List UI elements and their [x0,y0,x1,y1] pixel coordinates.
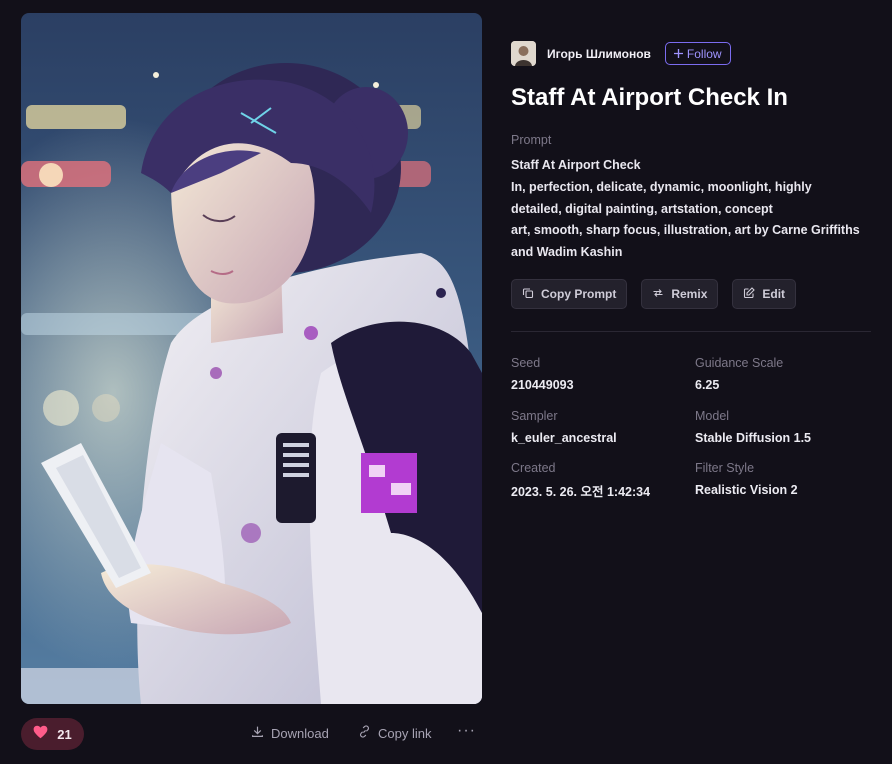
like-count: 21 [57,726,72,742]
remix-button[interactable]: Remix [641,279,719,309]
meta-value: 210449093 [511,378,574,392]
copy-prompt-label: Copy Prompt [541,287,617,301]
meta-value: 2023. 5. 26. 오전 1:42:34 [511,485,651,499]
copy-link-label: Copy link [378,725,432,741]
prompt-line: Staff At Airport Check [511,158,641,172]
artwork-illustration [21,13,482,704]
plus-icon [673,47,683,61]
remix-icon [652,287,664,302]
author-name[interactable]: Игорь Шлимонов [547,47,651,61]
meta-value: k_euler_ancestral [511,431,617,445]
copy-prompt-button[interactable]: Copy Prompt [511,279,628,309]
heart-icon [33,725,48,744]
download-label: Download [271,725,329,741]
meta-label: Filter Style [695,461,755,475]
link-icon [358,725,371,741]
edit-button[interactable]: Edit [732,279,797,309]
meta-filter: Filter Style Realistic Vision 2 [695,461,875,499]
meta-sampler: Sampler k_euler_ancestral [511,409,691,447]
more-icon[interactable]: ··· [457,722,476,740]
remix-label: Remix [671,287,708,301]
edit-label: Edit [762,287,786,301]
meta-value: Stable Diffusion 1.5 [695,431,811,445]
page-title: Staff At Airport Check In [511,84,788,111]
artwork-image[interactable] [21,13,482,704]
meta-value: 6.25 [695,378,720,392]
meta-label: Guidance Scale [695,356,784,370]
prompt-line: and Wadim Kashin [511,245,623,260]
copy-link-button[interactable]: Copy link [358,725,431,741]
meta-guidance: Guidance Scale 6.25 [695,356,875,394]
meta-value: Realistic Vision 2 [695,483,798,497]
edit-icon [743,286,756,302]
prompt-line: In, perfection, delicate, dynamic, moonl… [511,179,812,194]
meta-model: Model Stable Diffusion 1.5 [695,409,875,447]
follow-button[interactable]: Follow [664,42,731,65]
copy-icon [522,287,534,302]
prompt-actions: Copy Prompt Remix Edit [511,279,797,309]
meta-label: Model [695,409,730,423]
prompt-line: detailed, digital painting, artstation, … [511,201,773,216]
prompt-text: Staff At Airport Check In, perfection, d… [511,155,863,264]
avatar[interactable] [511,41,536,66]
follow-label: Follow [686,46,722,61]
prompt-label: Prompt [511,133,552,147]
meta-created: Created 2023. 5. 26. 오전 1:42:34 [511,461,691,501]
author-row: Игорь Шлимонов Follow [511,41,731,66]
prompt-line: art, smooth, sharp focus, illustration, … [511,223,860,238]
meta-label: Seed [511,356,541,370]
meta-label: Created [511,461,556,475]
divider [511,331,871,332]
like-button[interactable]: 21 [21,718,84,750]
download-icon [251,725,264,741]
meta-label: Sampler [511,409,558,423]
meta-seed: Seed 210449093 [511,356,691,394]
download-button[interactable]: Download [251,725,329,741]
